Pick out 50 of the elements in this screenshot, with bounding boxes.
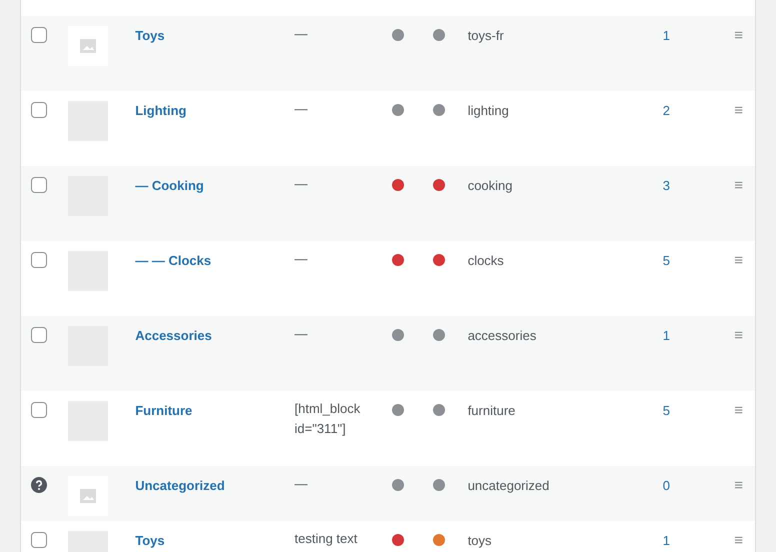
product-count-link[interactable]: 5 (662, 403, 670, 418)
category-description: — (294, 176, 308, 191)
drag-handle[interactable]: ≡ (734, 252, 744, 269)
checkbox[interactable] (31, 252, 47, 268)
drag-handle[interactable]: ≡ (734, 402, 744, 419)
category-slug: toys (468, 533, 492, 548)
category-slug: accessories (468, 328, 536, 343)
checkbox[interactable] (31, 532, 47, 548)
drag-handle[interactable]: ≡ (734, 477, 744, 494)
product-count-link[interactable]: 5 (662, 253, 670, 268)
category-description: testing text (294, 531, 358, 546)
drag-handle[interactable]: ≡ (734, 102, 744, 119)
checkbox[interactable] (31, 402, 47, 418)
product-count-link[interactable]: 1 (662, 328, 670, 343)
drag-handle[interactable]: ≡ (734, 532, 744, 549)
category-description: — (294, 251, 308, 266)
checkbox[interactable] (31, 177, 47, 193)
category-slug: clocks (468, 253, 504, 268)
product-count-link[interactable]: 2 (662, 103, 670, 118)
checkbox[interactable] (31, 27, 47, 43)
drag-handle[interactable]: ≡ (734, 177, 744, 194)
category-name-link[interactable]: Furniture (135, 403, 192, 418)
category-slug: lighting (468, 103, 509, 118)
category-slug: cooking (468, 178, 512, 193)
category-description: — (294, 326, 308, 341)
drag-handle[interactable]: ≡ (734, 27, 744, 44)
category-name-link[interactable]: — — Clocks (135, 253, 212, 268)
category-name-link[interactable]: Accessories (135, 328, 212, 343)
product-count-link[interactable]: 1 (662, 28, 670, 43)
product-count-link[interactable]: 3 (662, 178, 670, 193)
drag-handle[interactable]: ≡ (734, 327, 744, 344)
category-slug: toys-fr (468, 28, 504, 43)
category-description: — (294, 476, 308, 491)
category-name-link[interactable]: Lighting (135, 103, 186, 118)
category-description: — (294, 26, 308, 41)
category-slug: uncategorized (468, 478, 550, 493)
category-name-link[interactable]: Toys (135, 533, 165, 548)
checkbox[interactable] (31, 327, 47, 343)
category-name-link[interactable]: Toys (135, 28, 165, 43)
checkbox[interactable] (31, 102, 47, 118)
product-count-link[interactable]: 0 (662, 478, 670, 493)
category-slug: furniture (468, 403, 516, 418)
product-count-link[interactable]: 1 (662, 533, 670, 548)
image-icon (80, 39, 96, 53)
category-name-link[interactable]: Uncategorized (135, 478, 225, 493)
category-name-link[interactable]: — Cooking (135, 178, 204, 193)
category-description: [html_block id="311"] (294, 401, 360, 436)
help-icon[interactable] (31, 477, 47, 493)
image-icon (80, 489, 96, 503)
category-description: — (294, 101, 308, 116)
